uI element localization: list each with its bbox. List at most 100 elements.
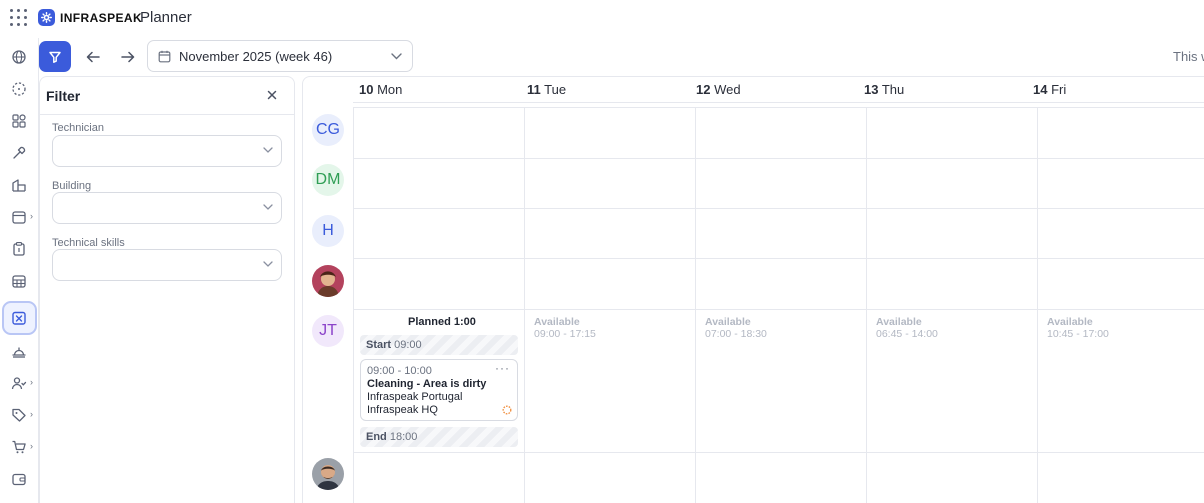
avatar-technician-dm[interactable]: DM [312, 164, 344, 196]
avatar-technician-cg[interactable]: CG [312, 114, 344, 146]
planned-total: Planned 1:00 [408, 316, 476, 328]
close-icon[interactable] [266, 89, 278, 101]
availability-hours: 07:00 - 18:30 [705, 328, 767, 340]
cart-nav-chevron-icon[interactable]: › [30, 441, 33, 451]
filter-icon [49, 51, 61, 63]
users-icon[interactable] [11, 375, 27, 391]
availability-hours: 09:00 - 17:15 [534, 328, 596, 340]
grid-column-line [1037, 108, 1038, 503]
week-selector[interactable]: November 2025 (week 46) [147, 40, 413, 72]
task-card[interactable]: 09:00 - 10:00 Cleaning - Area is dirty I… [360, 359, 518, 421]
avatar-technician-h[interactable]: H [312, 215, 344, 247]
day-name: Mon [377, 82, 403, 97]
building-select[interactable] [52, 192, 282, 224]
grid-column-line [524, 108, 525, 503]
task-title: Cleaning - Area is dirty [367, 378, 487, 390]
task-time: 09:00 - 10:00 [367, 365, 432, 377]
infraspeak-logo-icon [38, 9, 55, 26]
chevron-down-icon [263, 261, 273, 267]
chevron-down-icon [391, 52, 402, 59]
grid-row-line [353, 452, 1204, 453]
users-nav-chevron-icon[interactable]: › [30, 377, 33, 387]
side-navigation: › › › › [0, 38, 39, 503]
status-pending-icon [502, 405, 512, 415]
clipboard-icon[interactable] [11, 241, 27, 257]
day-name: Thu [881, 82, 905, 97]
this-week-button[interactable]: This w [1173, 49, 1204, 64]
previous-week-button[interactable] [82, 46, 104, 68]
avatar-technician-jt[interactable]: JT [312, 315, 344, 347]
availability-label: Available [534, 316, 580, 328]
shift-end-label: End [366, 431, 387, 443]
shift-end-time: 18:00 [389, 431, 418, 443]
day-name: Tue [544, 82, 567, 97]
technician-select[interactable] [52, 135, 282, 167]
availability-tue[interactable]: Available 09:00 - 17:15 [534, 316, 596, 340]
wrench-icon[interactable] [11, 145, 27, 161]
day-name: Fri [1051, 82, 1067, 97]
building-label: Building [52, 180, 92, 192]
day-header-mon: 10 Mon [359, 82, 402, 97]
wallet-icon[interactable] [11, 471, 27, 487]
page-title: Planner [140, 9, 192, 26]
grid-row-line [353, 208, 1204, 209]
arrow-left-icon [86, 51, 100, 63]
dashed-circle-icon[interactable] [11, 81, 27, 97]
grid-row-line [353, 258, 1204, 259]
day-header-tue: 11 Tue [527, 82, 566, 97]
filter-toggle-button[interactable] [39, 41, 71, 72]
filter-divider [40, 114, 294, 115]
shift-start-marker: Start 09:00 [360, 335, 518, 355]
day-number: 11 [527, 82, 541, 97]
filter-title: Filter [46, 88, 81, 104]
planner-calendar: 10 Mon 11 Tue 12 Wed 13 Thu 14 Fri CG DM… [302, 76, 1204, 503]
day-number: 10 [359, 82, 374, 97]
logo-text: INFRASPEAK [60, 10, 143, 25]
grid-row-line [353, 158, 1204, 159]
grid-column-line [866, 108, 867, 503]
day-name: Wed [714, 82, 741, 97]
availability-fri[interactable]: Available 10:45 - 17:00 [1047, 316, 1109, 340]
task-client: Infraspeak Portugal [367, 391, 463, 403]
calendar-nav-icon[interactable] [11, 209, 27, 225]
header-divider [353, 102, 1204, 103]
arrow-right-icon [121, 51, 135, 63]
next-week-button[interactable] [117, 46, 139, 68]
tag-icon[interactable] [11, 407, 27, 423]
brand-logo[interactable]: INFRASPEAK [38, 9, 142, 26]
calendar-nav-chevron-icon[interactable]: › [30, 211, 33, 221]
tags-nav-chevron-icon[interactable]: › [30, 409, 33, 419]
shift-end-marker: End 18:00 [360, 427, 518, 447]
availability-hours: 06:45 - 14:00 [876, 328, 938, 340]
service-bell-icon[interactable] [11, 343, 27, 359]
technical-skills-label: Technical skills [52, 237, 125, 249]
grid-column-line [695, 108, 696, 503]
filter-panel: Filter Technician Building Technical ski… [39, 76, 295, 503]
shift-start-time: 09:00 [394, 339, 422, 351]
availability-label: Available [876, 316, 922, 328]
planner-icon[interactable] [11, 310, 27, 326]
buildings-icon[interactable] [11, 177, 27, 193]
day-header-thu: 13 Thu [864, 82, 904, 97]
technical-skills-select[interactable] [52, 249, 282, 281]
task-location: Infraspeak HQ [367, 404, 438, 416]
globe-icon[interactable] [11, 49, 27, 65]
more-options-icon[interactable]: ··· [495, 362, 510, 375]
calendar-icon [158, 50, 171, 62]
schedule-grid-icon[interactable] [11, 273, 27, 289]
availability-wed[interactable]: Available 07:00 - 18:30 [705, 316, 767, 340]
apps-grid-icon[interactable] [10, 9, 28, 27]
day-number: 12 [696, 82, 711, 97]
dashboard-grid-icon[interactable] [11, 113, 27, 129]
day-number: 13 [864, 82, 879, 97]
availability-label: Available [1047, 316, 1093, 328]
cart-icon[interactable] [11, 439, 27, 455]
chevron-down-icon [263, 147, 273, 153]
availability-thu[interactable]: Available 06:45 - 14:00 [876, 316, 938, 340]
availability-label: Available [705, 316, 751, 328]
avatar-technician-photo[interactable] [312, 458, 344, 490]
week-selector-value: November 2025 (week 46) [179, 48, 333, 64]
chevron-down-icon [263, 204, 273, 210]
day-number: 14 [1033, 82, 1048, 97]
avatar-technician-photo[interactable] [312, 265, 344, 297]
